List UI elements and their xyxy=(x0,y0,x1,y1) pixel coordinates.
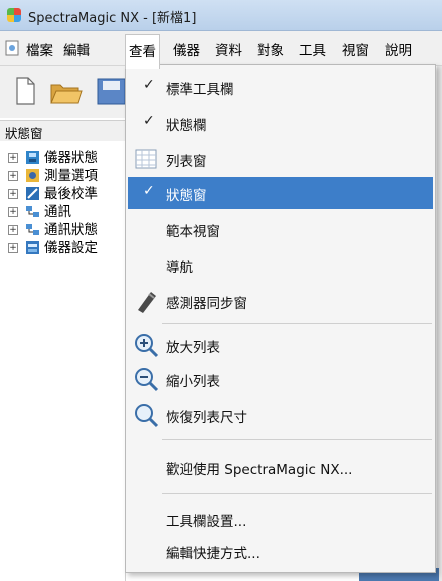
vertical-scrollbar[interactable] xyxy=(437,66,442,581)
check-icon: ✓ xyxy=(143,77,155,93)
menu-item-sensor-sync[interactable]: 感測器同步窗 xyxy=(128,285,433,317)
expand-icon[interactable]: + xyxy=(8,243,18,253)
menu-item-edit-shortcuts[interactable]: 編輯快捷方式... xyxy=(128,535,433,567)
menu-item-navigation[interactable]: 導航 xyxy=(128,249,433,281)
check-icon: ✓ xyxy=(143,183,155,199)
sensor-sync-icon xyxy=(138,292,156,313)
menu-bar: 檔案 編輯 查看 儀器 資料 對象 工具 視窗 說明 xyxy=(0,31,442,69)
expand-icon[interactable]: + xyxy=(8,207,18,217)
restore-size-icon xyxy=(135,404,159,428)
menu-instrument[interactable]: 儀器 xyxy=(171,39,202,59)
app-logo-icon xyxy=(7,8,21,22)
save-icon[interactable] xyxy=(96,76,125,106)
expand-icon[interactable]: + xyxy=(8,171,18,181)
communication-icon xyxy=(26,206,39,217)
tree-item-last-calibration[interactable]: + 最後校準 xyxy=(8,185,126,203)
zoom-in-icon xyxy=(135,334,159,358)
tree-item-instrument-status[interactable]: + 儀器狀態 xyxy=(8,149,126,167)
list-window-icon xyxy=(135,149,157,169)
menu-object[interactable]: 對象 xyxy=(255,39,286,59)
calibration-icon xyxy=(26,187,39,200)
menu-item-zoom-out-list[interactable]: 縮小列表 xyxy=(128,363,433,395)
new-document-icon[interactable] xyxy=(14,76,36,106)
instrument-settings-icon xyxy=(26,241,39,254)
menu-item-toolbar-settings[interactable]: 工具欄設置... xyxy=(128,503,433,535)
tree-item-measurement-options[interactable]: + 測量選項 xyxy=(8,167,126,185)
menu-item-standard-toolbar[interactable]: ✓ 標準工具欄 xyxy=(128,71,433,103)
window-title: SpectraMagic NX - [新檔1] xyxy=(28,11,197,26)
check-icon: ✓ xyxy=(143,113,155,129)
status-window-header: 狀態窗 xyxy=(0,120,125,142)
menu-edit[interactable]: 編輯 xyxy=(61,39,92,59)
menu-item-template-window[interactable]: 範本視窗 xyxy=(128,213,433,245)
status-window-label: 狀態窗 xyxy=(5,126,43,141)
menu-separator xyxy=(162,493,432,494)
menu-view[interactable]: 查看 xyxy=(125,34,160,69)
menu-file[interactable]: 檔案 xyxy=(24,39,55,59)
zoom-out-icon xyxy=(135,368,159,392)
title-bar: SpectraMagic NX - [新檔1] xyxy=(0,0,442,31)
open-folder-icon[interactable] xyxy=(48,76,84,106)
tree-item-communication-status[interactable]: + 通訊狀態 xyxy=(8,221,126,239)
menu-tools[interactable]: 工具 xyxy=(297,39,328,59)
expand-icon[interactable]: + xyxy=(8,153,18,163)
menu-item-restore-list-size[interactable]: 恢復列表尺寸 xyxy=(128,399,433,431)
expand-icon[interactable]: + xyxy=(8,225,18,235)
menu-data[interactable]: 資料 xyxy=(213,39,244,59)
standard-toolbar xyxy=(0,66,125,118)
menu-item-status-window[interactable]: ✓ 狀態窗 xyxy=(128,177,433,209)
measurement-options-icon xyxy=(26,169,39,182)
menu-window[interactable]: 視窗 xyxy=(340,39,371,59)
tree-item-communication[interactable]: + 通訊 xyxy=(8,203,126,221)
status-tree-panel: + 儀器狀態 + 測量選項 + 最後校準 + 通訊 + 通訊狀態 + 儀器設定 xyxy=(0,141,126,581)
menu-separator xyxy=(162,323,432,324)
menu-separator xyxy=(162,439,432,440)
tree-item-instrument-settings[interactable]: + 儀器設定 xyxy=(8,239,126,257)
communication-status-icon xyxy=(26,224,39,235)
menu-item-welcome[interactable]: 歡迎使用 SpectraMagic NX... xyxy=(128,451,433,483)
menu-item-status-bar[interactable]: ✓ 狀態欄 xyxy=(128,107,433,139)
menu-help[interactable]: 說明 xyxy=(383,39,414,59)
document-menu-icon[interactable] xyxy=(5,40,19,56)
menu-item-list-window[interactable]: 列表窗 xyxy=(128,143,433,175)
view-menu-dropdown: ✓ 標準工具欄 ✓ 狀態欄 列表窗 ✓ 狀態窗 範本視窗 導航 感測器同步窗 放… xyxy=(125,64,436,573)
instrument-icon xyxy=(26,151,39,164)
menu-item-zoom-in-list[interactable]: 放大列表 xyxy=(128,329,433,361)
expand-icon[interactable]: + xyxy=(8,189,18,199)
